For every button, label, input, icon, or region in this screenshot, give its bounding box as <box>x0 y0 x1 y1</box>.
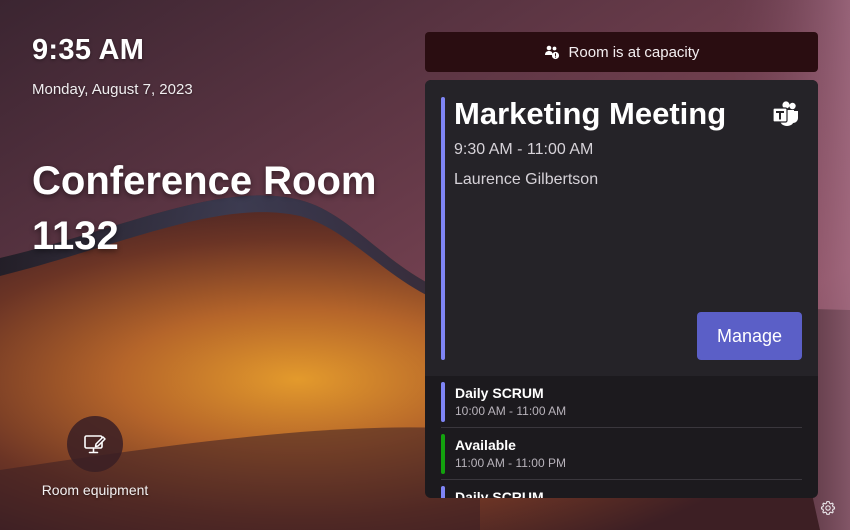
meeting-time: 9:30 AM - 11:00 AM <box>454 141 594 158</box>
monitor-edit-icon <box>84 435 106 454</box>
meeting-organizer: Laurence Gilbertson <box>454 171 599 188</box>
left-pane: 9:35 AM Monday, August 7, 2023 Conferenc… <box>0 0 420 530</box>
agenda-item-title: Available <box>455 437 516 453</box>
current-meeting-card: Marketing Meeting 9:30 AM - 11:00 AM Lau… <box>425 80 818 376</box>
agenda-accent-bar <box>441 486 445 498</box>
agenda-accent-bar <box>441 434 445 474</box>
agenda-list: Daily SCRUM 10:00 AM - 11:00 AM Availabl… <box>425 376 818 498</box>
room-name: Conference Room 1132 <box>32 159 377 258</box>
agenda-item-time: 11:00 AM - 11:00 PM <box>455 456 566 470</box>
agenda-item[interactable]: Available 11:00 AM - 11:00 PM <box>425 428 818 480</box>
agenda-item-time: 10:00 AM - 11:00 AM <box>455 404 567 418</box>
clock-date: Monday, August 7, 2023 <box>32 81 193 98</box>
meeting-panel: Marketing Meeting 9:30 AM - 11:00 AM Lau… <box>425 80 818 498</box>
meeting-title: Marketing Meeting <box>454 96 727 131</box>
capacity-banner-text: Room is at capacity <box>568 43 700 61</box>
agenda-item[interactable]: Daily SCRUM <box>425 480 818 498</box>
teams-icon <box>772 101 798 126</box>
agenda-item-title: Daily SCRUM <box>455 489 544 498</box>
gear-icon <box>820 500 836 515</box>
clock-time: 9:35 AM <box>32 34 145 66</box>
agenda-item[interactable]: Daily SCRUM 10:00 AM - 11:00 AM <box>425 376 818 428</box>
meeting-accent-bar <box>441 97 445 360</box>
room-equipment-button[interactable] <box>67 416 123 472</box>
agenda-accent-bar <box>441 382 445 422</box>
people-alert-icon <box>544 45 559 60</box>
capacity-banner: Room is at capacity <box>425 32 818 72</box>
manage-button[interactable]: Manage <box>697 312 802 360</box>
settings-button[interactable] <box>818 498 838 518</box>
agenda-item-title: Daily SCRUM <box>455 385 544 401</box>
room-equipment-label: Room equipment <box>41 482 149 498</box>
